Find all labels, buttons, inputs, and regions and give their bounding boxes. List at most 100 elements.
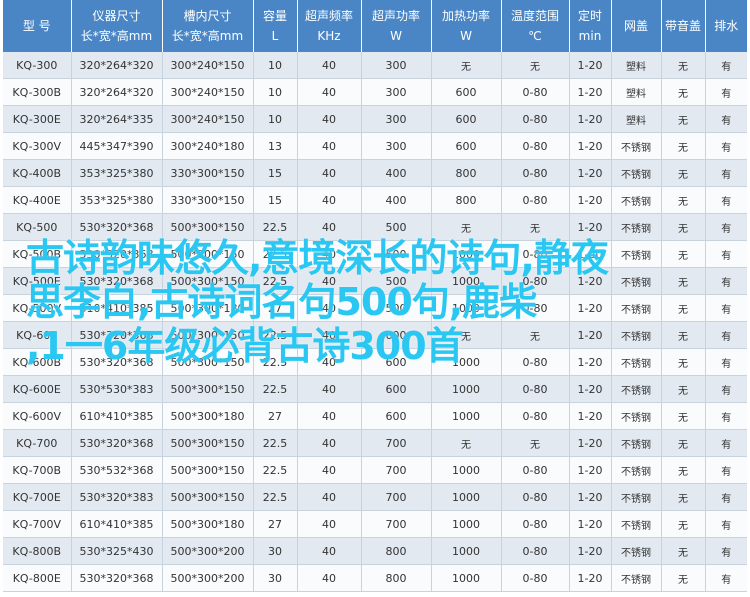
table-cell: 10 bbox=[253, 52, 298, 79]
table-cell: 353*325*380 bbox=[71, 186, 163, 214]
table-cell: 40 bbox=[297, 159, 362, 187]
table-row: KQ-300B 320*264*320 300*240*150 10 40 300 600 0… bbox=[3, 78, 747, 106]
table-cell: 40 bbox=[297, 564, 362, 592]
table-cell: 700 bbox=[361, 456, 432, 484]
table-cell: 有 bbox=[705, 564, 747, 592]
table-cell: 30 bbox=[253, 564, 298, 592]
table-cell: 530*320*368 bbox=[71, 564, 163, 592]
table-cell: KQ-500 bbox=[3, 213, 72, 241]
table-cell: 1000 bbox=[431, 348, 502, 376]
table-cell: 22.5 bbox=[253, 375, 298, 403]
table-cell: 1-20 bbox=[569, 321, 612, 349]
table-cell: 无 bbox=[661, 52, 706, 79]
table-cell: 无 bbox=[431, 429, 502, 457]
table-cell: 27 bbox=[253, 402, 298, 430]
table-cell: 530*320*368 bbox=[71, 267, 163, 295]
table-cell: 530*320*368 bbox=[71, 321, 163, 349]
table-row: KQ-400E 353*325*380 330*300*150 15 40 400 800 0… bbox=[3, 186, 747, 214]
table-cell: 10 bbox=[253, 78, 298, 106]
table-cell: 不锈钢 bbox=[611, 348, 662, 376]
table-cell: 无 bbox=[661, 456, 706, 484]
table-row: KQ-400B 353*325*380 330*300*150 15 40 400 800 0… bbox=[3, 159, 747, 187]
column-header: 仪器尺寸 长*宽*高mm bbox=[71, 0, 163, 52]
table-cell: 1000 bbox=[431, 240, 502, 268]
column-header-unit: ℃ bbox=[528, 29, 542, 43]
table-cell: 1-20 bbox=[569, 429, 612, 457]
table-row: KQ-500V 610*410*385 500*300*180 27 40 500 1000… bbox=[3, 294, 747, 322]
table-cell: 1-20 bbox=[569, 240, 612, 268]
table-row: KQ-600V 610*410*385 500*300*180 27 40 600 1000… bbox=[3, 402, 747, 430]
table-cell: 1000 bbox=[431, 267, 502, 295]
table-cell: 22.5 bbox=[253, 267, 298, 295]
table-row: KQ-800E 530*320*368 500*300*200 30 40 800 1000… bbox=[3, 564, 747, 592]
table-cell: 0-80 bbox=[501, 375, 570, 403]
table-cell: 500*300*150 bbox=[162, 483, 254, 511]
column-header-unit: W bbox=[390, 29, 402, 43]
table-cell: 无 bbox=[661, 267, 706, 295]
table-cell: 1-20 bbox=[569, 375, 612, 403]
table-row: KQ-500E 530*320*368 500*300*150 22.5 40 500 10… bbox=[3, 267, 747, 295]
column-header-title: 型 号 bbox=[22, 19, 51, 33]
table-cell: 无 bbox=[661, 213, 706, 241]
table-cell: 40 bbox=[297, 321, 362, 349]
table-row: KQ-300 320*264*320 300*240*150 10 40 300 无无 1-2… bbox=[3, 52, 747, 79]
table-cell: 40 bbox=[297, 52, 362, 79]
table-cell: 445*347*390 bbox=[71, 132, 163, 160]
product-spec-table: 型 号仪器尺寸 长*宽*高mm 槽内尺寸 长*宽*高mm 容量 L 超声频率 KHz 超声功率 W… bbox=[3, 0, 747, 592]
table-cell: 500*300*150 bbox=[162, 375, 254, 403]
table-cell: 0-80 bbox=[501, 78, 570, 106]
table-cell: 不锈钢 bbox=[611, 186, 662, 214]
table-cell: 无 bbox=[661, 132, 706, 160]
table-cell: 0-80 bbox=[501, 402, 570, 430]
table-cell: 不锈钢 bbox=[611, 294, 662, 322]
table-cell: KQ-500V bbox=[3, 294, 72, 322]
table-cell: KQ-300 bbox=[3, 52, 72, 79]
table-row: KQ-600E 530*530*383 500*300*150 22.5 40 600 10… bbox=[3, 375, 747, 403]
table-cell: 500*300*150 bbox=[162, 321, 254, 349]
column-header: 网盖 bbox=[611, 0, 662, 52]
table-cell: 有 bbox=[705, 483, 747, 511]
table-cell: 有 bbox=[705, 159, 747, 187]
table-cell: 530*320*383 bbox=[71, 483, 163, 511]
column-header-title: 加热功率 bbox=[441, 9, 490, 23]
table-cell: 不锈钢 bbox=[611, 537, 662, 565]
table-cell: KQ-300E bbox=[3, 105, 72, 133]
table-cell: 1-20 bbox=[569, 186, 612, 214]
table-cell: 不锈钢 bbox=[611, 213, 662, 241]
table-cell: 600 bbox=[361, 321, 432, 349]
table-cell: 有 bbox=[705, 429, 747, 457]
table-cell: 610*410*385 bbox=[71, 294, 163, 322]
table-cell: 不锈钢 bbox=[611, 564, 662, 592]
table-cell: 不锈钢 bbox=[611, 429, 662, 457]
table-cell: 40 bbox=[297, 483, 362, 511]
table-cell: 500 bbox=[361, 294, 432, 322]
table-cell: 22.5 bbox=[253, 321, 298, 349]
table-cell: 40 bbox=[297, 375, 362, 403]
column-header: 加热功率 W bbox=[431, 0, 502, 52]
table-cell: 500 bbox=[361, 267, 432, 295]
column-header: 温度范围 ℃ bbox=[501, 0, 570, 52]
table-cell: 15 bbox=[253, 186, 298, 214]
table-cell: 22.5 bbox=[253, 456, 298, 484]
table-cell: 0-80 bbox=[501, 564, 570, 592]
table-cell: 有 bbox=[705, 186, 747, 214]
table-cell: 500*300*180 bbox=[162, 294, 254, 322]
table-cell: 530*320*368 bbox=[71, 429, 163, 457]
table-cell: 530*320*368 bbox=[71, 348, 163, 376]
column-header-title: 容量 bbox=[262, 9, 287, 23]
table-cell: 1000 bbox=[431, 402, 502, 430]
table-cell: 有 bbox=[705, 402, 747, 430]
table-cell: 600 bbox=[361, 375, 432, 403]
table-cell: 不锈钢 bbox=[611, 240, 662, 268]
table-cell: 500 bbox=[361, 213, 432, 241]
table-cell: 无 bbox=[661, 186, 706, 214]
table-cell: 300 bbox=[361, 132, 432, 160]
table-cell: 无 bbox=[431, 321, 502, 349]
table-cell: 10 bbox=[253, 105, 298, 133]
table-cell: 30 bbox=[253, 537, 298, 565]
table-cell: 1000 bbox=[431, 510, 502, 538]
column-header-title: 槽内尺寸 bbox=[183, 9, 232, 23]
table-cell: 610*410*385 bbox=[71, 510, 163, 538]
table-cell: 塑料 bbox=[611, 52, 662, 79]
table-cell: 500*300*150 bbox=[162, 213, 254, 241]
